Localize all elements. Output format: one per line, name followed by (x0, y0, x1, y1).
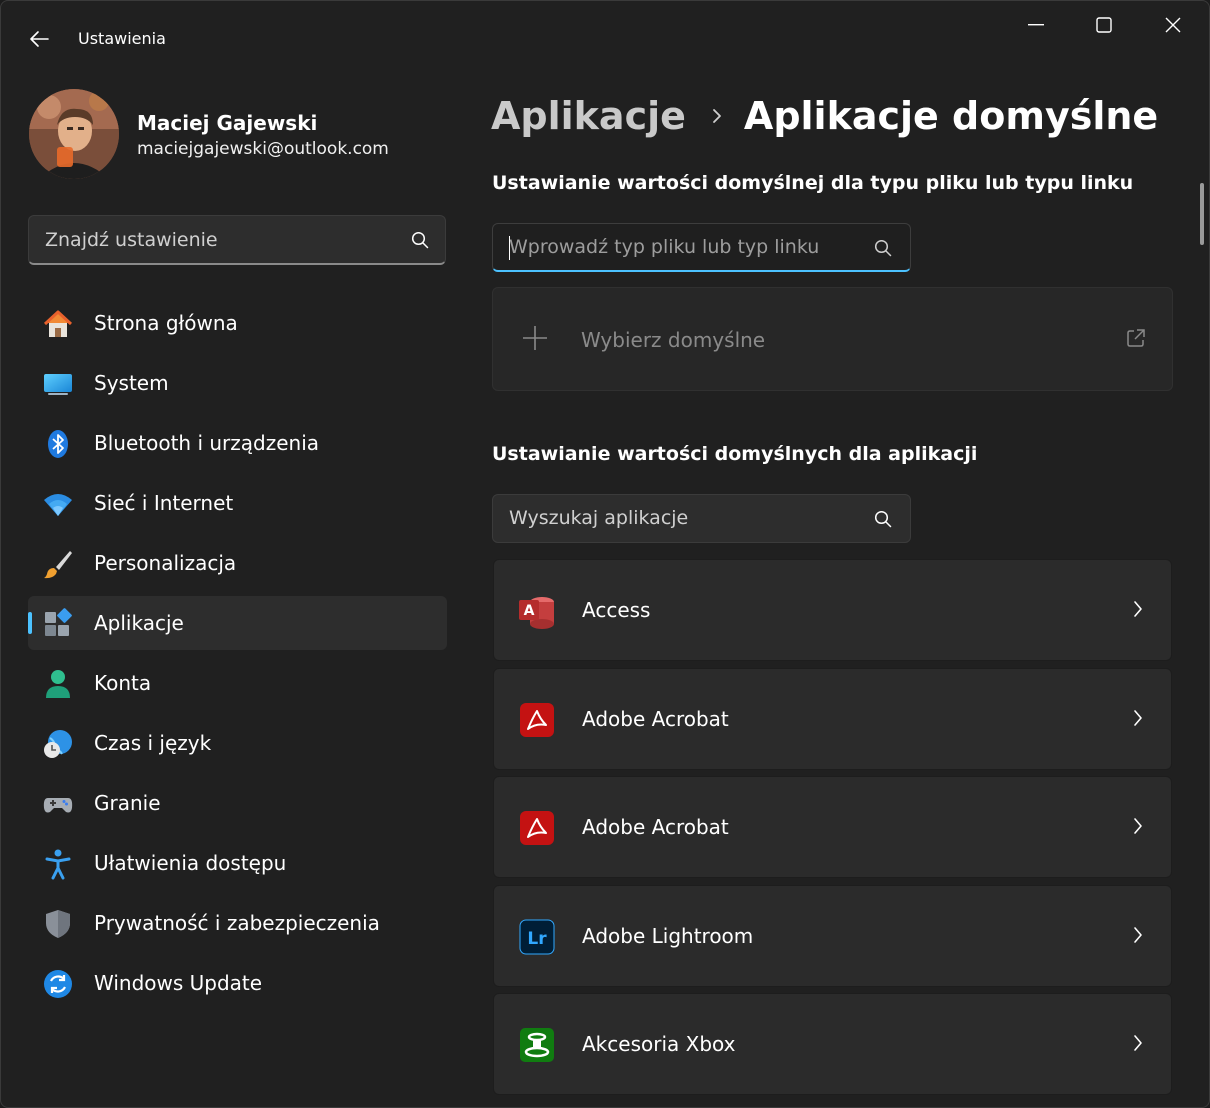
sidebar-item-bluetooth[interactable]: Bluetooth i urządzenia (28, 416, 447, 470)
maximize-button[interactable] (1070, 1, 1138, 49)
sidebar-item-gaming[interactable]: Granie (28, 776, 447, 830)
open-external-icon (1126, 328, 1146, 352)
chevron-right-icon (1133, 600, 1143, 622)
profile-name: Maciej Gajewski (137, 111, 318, 135)
gamepad-icon (42, 788, 74, 820)
breadcrumb-parent[interactable]: Aplikacje (491, 94, 686, 138)
text-caret (509, 236, 510, 260)
sidebar-item-label: Sieć i Internet (94, 491, 234, 515)
acrobat-icon (518, 809, 556, 847)
globe-clock-icon (42, 728, 74, 760)
scrollbar-thumb[interactable] (1200, 183, 1204, 245)
sidebar-item-accounts[interactable]: Konta (28, 656, 447, 710)
wifi-icon (42, 488, 74, 520)
sidebar-item-windows-update[interactable]: Windows Update (28, 956, 447, 1010)
sidebar-item-personalization[interactable]: Personalizacja (28, 536, 447, 590)
sidebar-item-home[interactable]: Strona główna (28, 296, 447, 350)
shield-icon (42, 908, 74, 940)
minimize-button[interactable] (1002, 1, 1070, 49)
sidebar-item-label: System (94, 371, 169, 395)
maximize-icon (1096, 17, 1112, 33)
app-row-access[interactable]: A Access (493, 559, 1172, 661)
app-list: A Access Adobe Acrobat Adobe Acrobat Lr … (493, 559, 1172, 1102)
title-bar: Ustawienia (1, 1, 1209, 77)
search-icon[interactable] (874, 239, 892, 261)
acrobat-icon (518, 701, 556, 739)
app-row-xbox-accessories[interactable]: Akcesoria Xbox (493, 993, 1172, 1095)
chevron-right-icon (1133, 817, 1143, 839)
xbox-accessories-icon (518, 1026, 556, 1064)
sidebar-item-apps[interactable]: Aplikacje (28, 596, 447, 650)
app-name: Adobe Acrobat (582, 706, 729, 731)
app-row-lightroom[interactable]: Lr Adobe Lightroom (493, 884, 1172, 987)
person-icon (42, 668, 74, 700)
app-title: Ustawienia (78, 29, 166, 48)
apps-icon (42, 608, 74, 640)
sidebar-item-network[interactable]: Sieć i Internet (28, 476, 447, 530)
bluetooth-icon (42, 428, 74, 460)
sidebar-item-label: Bluetooth i urządzenia (94, 431, 319, 455)
sidebar-item-system[interactable]: System (28, 356, 447, 410)
sidebar-item-label: Granie (94, 791, 161, 815)
settings-window: Ustawienia Maciej Gajewski maciejgajewsk… (0, 0, 1210, 1108)
filetype-search-input[interactable] (493, 224, 853, 270)
sidebar-nav: Strona główna System Bluetooth i urządze… (28, 296, 447, 1016)
monitor-icon (42, 368, 74, 400)
settings-search-box[interactable] (28, 215, 446, 265)
page-title: Aplikacje domyślne (743, 94, 1159, 138)
app-name: Access (582, 598, 651, 622)
update-icon (42, 968, 74, 1000)
chevron-right-icon (1133, 709, 1143, 731)
chevron-right-icon (712, 108, 722, 124)
access-icon: A (518, 592, 556, 630)
app-row-acrobat[interactable]: Adobe Acrobat (493, 776, 1172, 878)
sidebar-item-label: Aplikacje (94, 611, 184, 635)
apps-search-input[interactable] (493, 495, 853, 541)
settings-search-input[interactable] (29, 216, 399, 264)
chevron-right-icon (1133, 926, 1143, 948)
close-button[interactable] (1139, 1, 1207, 49)
breadcrumb: Aplikacje Aplikacje domyślne (491, 89, 1158, 143)
home-icon (42, 308, 74, 340)
app-name: Adobe Acrobat (582, 815, 729, 839)
svg-text:Lr: Lr (527, 929, 547, 949)
active-indicator (28, 612, 32, 634)
choose-default-label: Wybierz domyślne (581, 328, 766, 352)
back-arrow-icon (30, 31, 49, 47)
lightroom-icon: Lr (518, 918, 556, 956)
svg-text:A: A (524, 603, 535, 619)
profile-email: maciejgajewski@outlook.com (137, 139, 389, 159)
search-icon[interactable] (874, 510, 892, 532)
plus-icon (521, 324, 549, 356)
app-name: Akcesoria Xbox (582, 1032, 736, 1056)
back-button[interactable] (17, 19, 61, 59)
apps-section-title: Ustawianie wartości domyślnych dla aplik… (492, 443, 978, 465)
choose-default-card[interactable]: Wybierz domyślne (492, 287, 1173, 391)
filetype-section-title: Ustawianie wartości domyślnej dla typu p… (492, 172, 1134, 194)
avatar (29, 89, 119, 179)
sidebar-item-accessibility[interactable]: Ułatwienia dostępu (28, 836, 447, 890)
sidebar-item-label: Konta (94, 671, 152, 695)
minimize-icon (1028, 24, 1044, 26)
sidebar-item-time-language[interactable]: Czas i język (28, 716, 447, 770)
filetype-search-box[interactable] (492, 223, 911, 272)
search-icon[interactable] (411, 231, 429, 253)
sidebar-item-label: Windows Update (94, 971, 263, 995)
sidebar-item-label: Strona główna (94, 311, 238, 335)
app-name: Adobe Lightroom (582, 923, 754, 948)
chevron-right-icon (1133, 1034, 1143, 1056)
sidebar-item-label: Personalizacja (94, 551, 237, 575)
apps-search-box[interactable] (492, 494, 911, 543)
sidebar-item-label: Prywatność i zabezpieczenia (94, 911, 380, 935)
sidebar-item-label: Ułatwienia dostępu (94, 851, 287, 875)
sidebar-item-privacy[interactable]: Prywatność i zabezpieczenia (28, 896, 447, 950)
close-icon (1165, 17, 1181, 33)
accessibility-icon (42, 848, 74, 880)
app-row-acrobat[interactable]: Adobe Acrobat (493, 667, 1172, 770)
sidebar-item-label: Czas i język (94, 731, 212, 755)
brush-icon (42, 548, 74, 580)
